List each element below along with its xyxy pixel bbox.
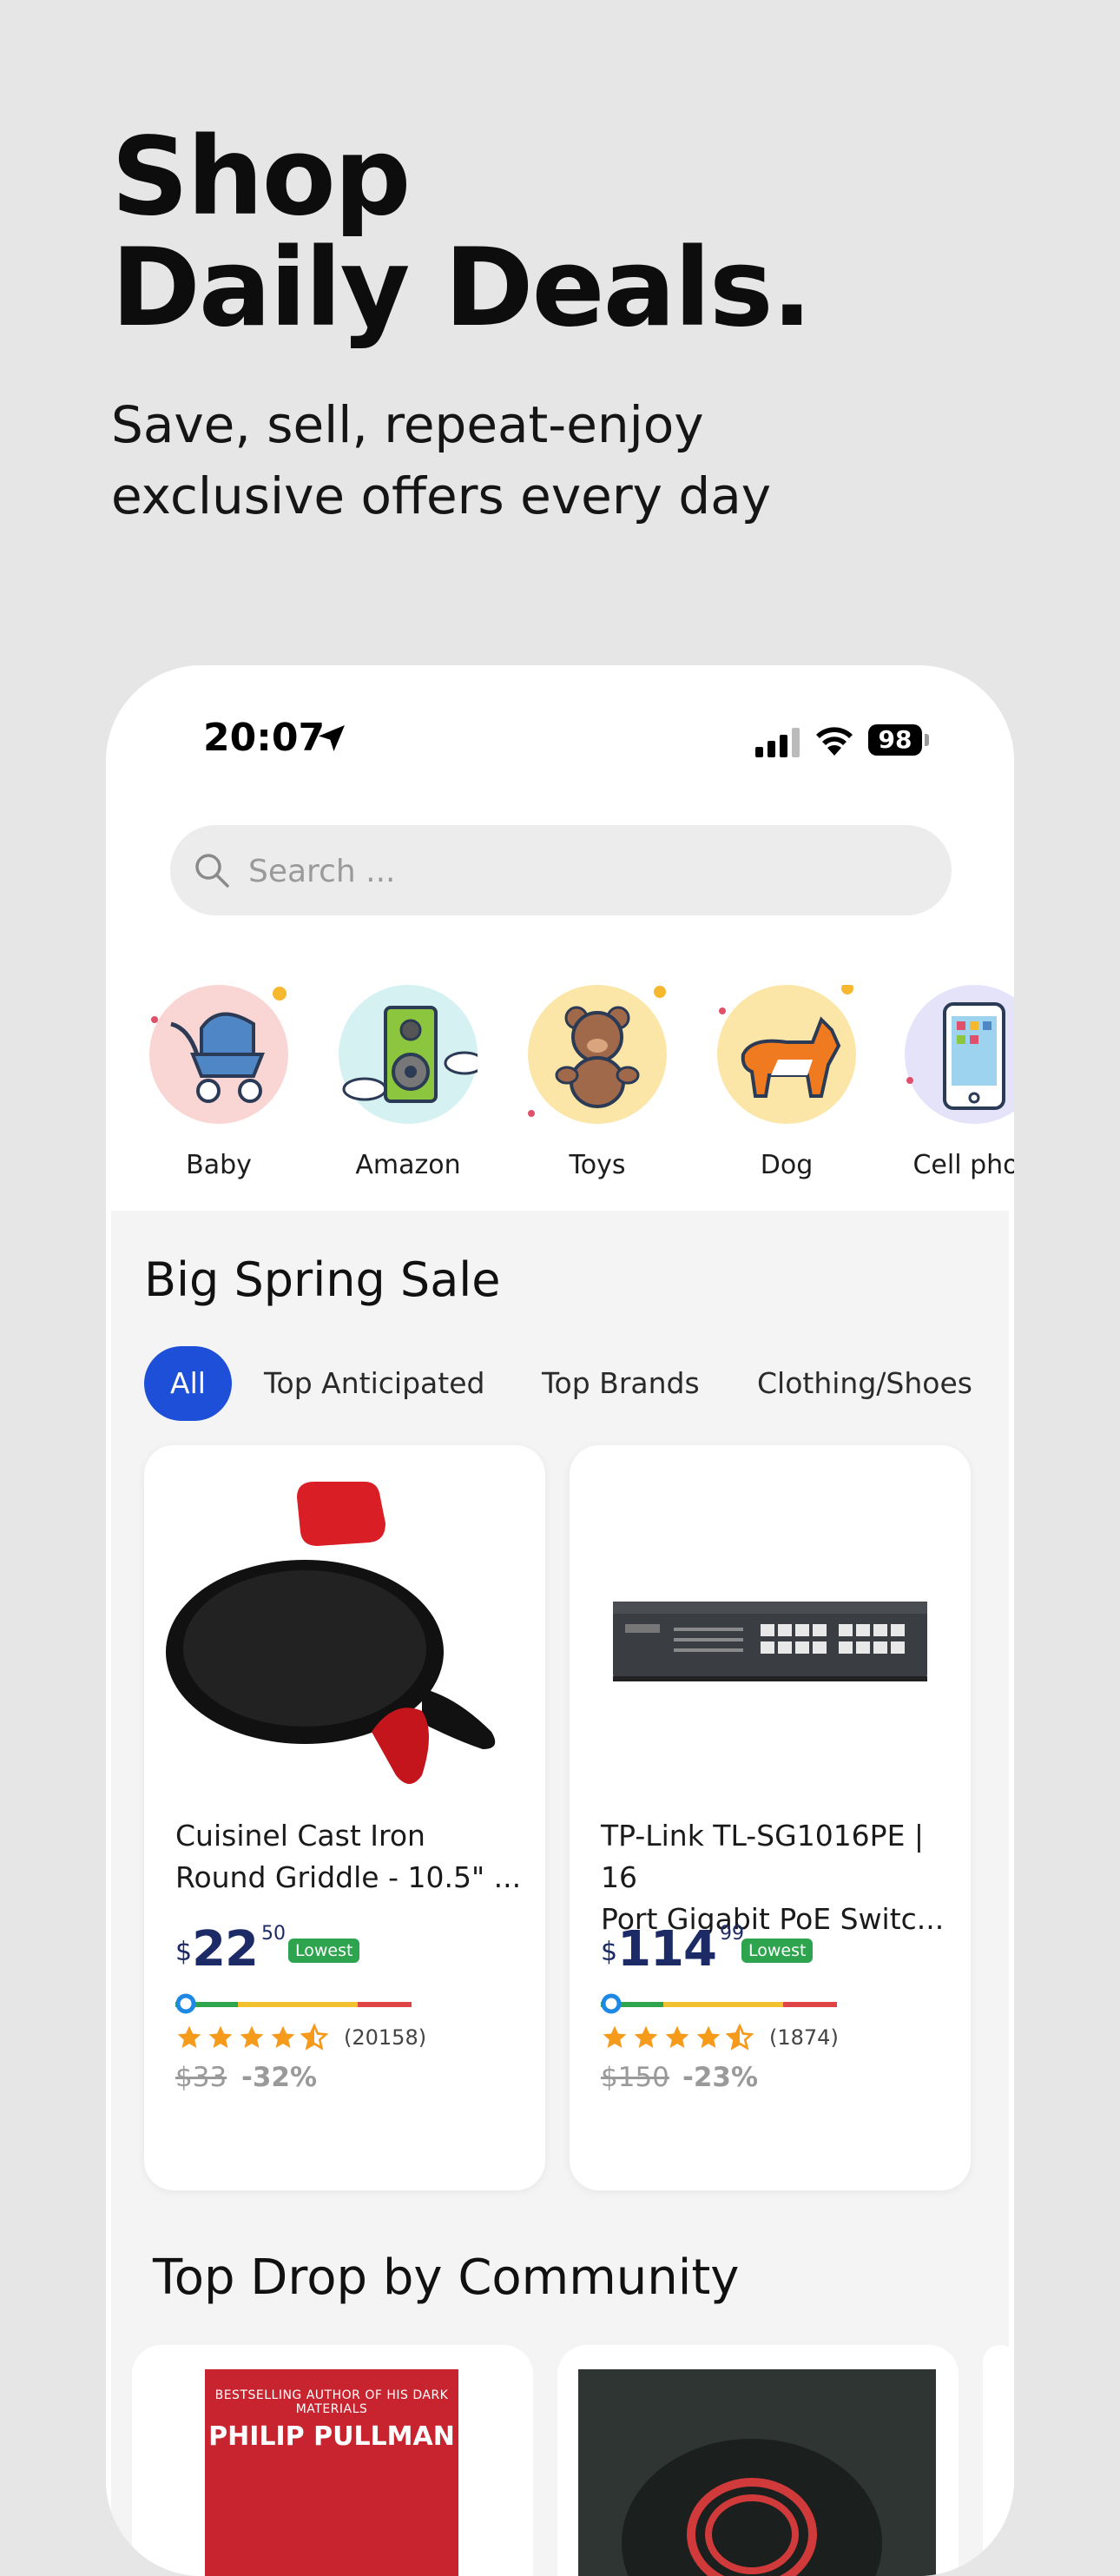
search-input[interactable]	[247, 848, 927, 895]
hero-title-line-1: Shop	[111, 115, 412, 240]
category-toys[interactable]: Toys	[511, 985, 684, 1180]
star-icon	[177, 2025, 201, 2048]
star-icon	[208, 2025, 233, 2048]
category-baby[interactable]: Baby	[132, 985, 306, 1180]
star-icon	[271, 2025, 295, 2048]
product-card[interactable]: Cuisinel Cast Iron Round Griddle - 10.5"…	[144, 1445, 545, 2190]
lowest-badge: Lowest	[741, 1939, 814, 1963]
category-amazon[interactable]: Amazon	[321, 985, 495, 1180]
product-card[interactable]: TP-Link TL-SG1016PE | 16 Port Gigabit Po…	[570, 1445, 971, 2190]
corgi-icon	[717, 985, 856, 1124]
old-price: $150	[601, 2062, 669, 2093]
community-card[interactable]: BESTSELLING AUTHOR OF HIS DARK MATERIALS…	[132, 2345, 533, 2576]
category-cell-phone[interactable]: Cell phon	[887, 985, 1014, 1180]
hero-title-line-2: Daily Deals.	[111, 226, 813, 351]
category-label: Baby	[186, 1150, 252, 1180]
price-currency: $	[175, 1937, 193, 1967]
chip-top-anticipated[interactable]: Top Anticipated	[264, 1346, 484, 1421]
price-cents: 99	[720, 1923, 744, 1945]
product-title[interactable]: Cuisinel Cast Iron Round Griddle - 10.5"…	[175, 1815, 523, 1899]
price-currency: $	[601, 1937, 618, 1967]
star-icon	[696, 2025, 721, 2048]
category-label: Toys	[569, 1150, 626, 1180]
search-bar[interactable]	[170, 825, 952, 915]
chip-top-brands[interactable]: Top Brands	[542, 1346, 700, 1421]
cell-phone-icon	[905, 985, 1014, 1124]
cellular-signal-icon	[755, 728, 800, 757]
teddy-bear-icon	[528, 985, 667, 1124]
discount-percent: -23%	[682, 2062, 759, 2093]
location-arrow-icon	[319, 725, 345, 751]
product-image-switch	[613, 1602, 927, 1681]
phone-frame: 20:07 98 Search ... Baby Amazon Toys Dog…	[106, 665, 1014, 2576]
star-rating: (20158)	[175, 2020, 426, 2055]
product-title-line-1: Cuisinel Cast Iron	[175, 1819, 425, 1853]
stroller-icon	[149, 985, 288, 1124]
community-title: Top Drop by Community	[153, 2249, 740, 2306]
category-label: Amazon	[355, 1150, 461, 1180]
hero-subtitle-line-2: exclusive offers every day	[111, 466, 772, 525]
product-price: $22 50	[175, 1921, 286, 1978]
hero-subtitle: Save, sell, repeat-enjoy exclusive offer…	[111, 389, 771, 532]
search-icon	[195, 854, 229, 888]
product-title-line-1: TP-Link TL-SG1016PE | 16	[601, 1819, 925, 1894]
lowest-badge: Lowest	[288, 1939, 360, 1963]
status-time: 20:07	[203, 716, 326, 760]
sale-title: Big Spring Sale	[144, 1252, 501, 1307]
speaker-icon	[339, 985, 478, 1124]
old-price: $33	[175, 2062, 227, 2093]
product-photo	[578, 2369, 936, 2576]
battery-nub	[925, 734, 929, 746]
community-card[interactable]	[557, 2345, 959, 2576]
price-range-bar	[175, 1993, 412, 2014]
rating-count: (20158)	[344, 2025, 427, 2050]
price-whole: 114	[617, 1921, 717, 1978]
hero-subtitle-line-1: Save, sell, repeat-enjoy	[111, 395, 704, 454]
star-icon	[603, 2025, 627, 2048]
category-label: Dog	[760, 1150, 814, 1180]
sale-section: Big Spring Sale All Top Anticipated Top …	[111, 1211, 1014, 2576]
discount-percent: -32%	[241, 2062, 318, 2093]
wifi-icon	[816, 727, 853, 756]
star-icon	[634, 2025, 658, 2048]
rating-count: (1874)	[769, 2025, 839, 2050]
book-tagline: BESTSELLING AUTHOR OF HIS DARK MATERIALS	[214, 2388, 449, 2416]
book-author: PHILIP PULLMAN	[208, 2421, 455, 2452]
star-icon	[240, 2025, 264, 2048]
book-cover-image: BESTSELLING AUTHOR OF HIS DARK MATERIALS…	[205, 2369, 458, 2576]
product-photo-graphic	[578, 2369, 936, 2576]
half-star-icon	[726, 2024, 754, 2051]
chip-clothing-shoes[interactable]: Clothing/Shoes	[757, 1346, 972, 1421]
category-label: Cell phon	[912, 1150, 1014, 1180]
hero-title: Shop Daily Deals.	[111, 115, 813, 351]
price-cents: 50	[261, 1923, 287, 1945]
battery-icon: 98	[868, 724, 922, 756]
chip-all[interactable]: All	[144, 1346, 232, 1421]
star-rating: (1874)	[601, 2020, 839, 2055]
price-range-bar	[601, 1993, 837, 2014]
community-card-peek[interactable]	[983, 2345, 1014, 2576]
product-image-griddle	[166, 1482, 496, 1784]
category-dog[interactable]: Dog	[700, 985, 873, 1180]
product-title-line-2: Round Griddle - 10.5" ...	[175, 1860, 522, 1894]
price-whole: 22	[192, 1921, 259, 1978]
star-icon	[665, 2025, 689, 2048]
half-star-icon	[300, 2024, 328, 2051]
product-price: $114 99	[601, 1921, 744, 1978]
